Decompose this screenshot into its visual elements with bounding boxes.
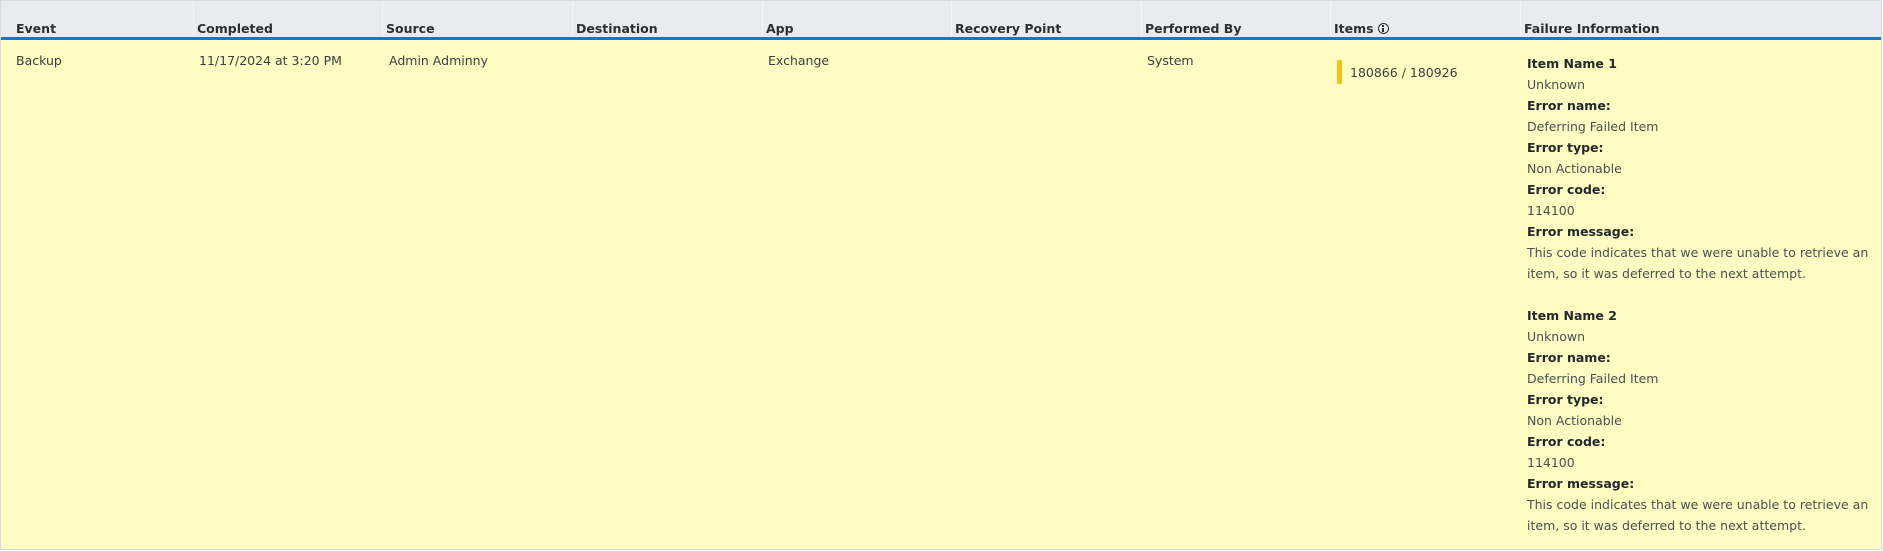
performed-by-cell: System [1147, 53, 1194, 68]
column-header-event[interactable]: Event [16, 21, 56, 36]
failure-item-status: Unknown [1527, 77, 1586, 92]
failure-information-cell: Item Name 1 Unknown Error name: Deferrin… [1527, 53, 1879, 549]
error-message-label: Error message: [1527, 224, 1635, 239]
failure-item: Item Name 1 Unknown Error name: Deferrin… [1527, 53, 1879, 284]
column-header-label: Event [16, 21, 57, 36]
column-header-label: App [766, 21, 794, 36]
column-header-label: Failure Information [1524, 21, 1660, 36]
info-icon[interactable] [1377, 23, 1389, 34]
column-header-label: Destination [576, 21, 658, 36]
error-name-label: Error name: [1527, 350, 1611, 365]
error-message-value: This code indicates that we were unable … [1527, 497, 1869, 533]
error-code-label: Error code: [1527, 434, 1606, 449]
column-divider[interactable] [193, 1, 194, 37]
error-type-label: Error type: [1527, 392, 1604, 407]
error-code-value: 114100 [1527, 455, 1575, 470]
column-divider[interactable] [951, 1, 952, 37]
items-cell: 180866 / 180926 [1337, 60, 1458, 84]
source-cell: Admin Adminny [389, 53, 488, 68]
column-divider[interactable] [572, 1, 573, 37]
column-header-items[interactable]: Items [1334, 21, 1389, 36]
error-type-value: Non Actionable [1527, 413, 1622, 428]
failure-item: Item Name 2 Unknown Error name: Deferrin… [1527, 305, 1879, 536]
items-status-bar [1337, 60, 1342, 84]
error-name-value: Deferring Failed Item [1527, 119, 1659, 134]
column-header-completed[interactable]: Completed [197, 21, 273, 36]
failure-item-title: Item Name 1 [1527, 56, 1617, 71]
failure-item-status: Unknown [1527, 329, 1586, 344]
column-divider[interactable] [382, 1, 383, 37]
error-type-value: Non Actionable [1527, 161, 1622, 176]
column-header-label: Performed By [1145, 21, 1242, 36]
column-header-label: Source [386, 21, 435, 36]
column-header-label: Completed [197, 21, 273, 36]
error-name-label: Error name: [1527, 98, 1611, 113]
column-header-source[interactable]: Source [386, 21, 435, 36]
event-cell: Backup [16, 53, 62, 68]
column-divider[interactable] [1520, 1, 1521, 37]
column-divider[interactable] [1141, 1, 1142, 37]
error-message-label: Error message: [1527, 476, 1635, 491]
table-row[interactable]: Backup 11/17/2024 at 3:20 PM Admin Admin… [1, 40, 1881, 548]
error-name-value: Deferring Failed Item [1527, 371, 1659, 386]
column-header-recovery-point[interactable]: Recovery Point [955, 21, 1061, 36]
error-type-label: Error type: [1527, 140, 1604, 155]
column-header-performed-by[interactable]: Performed By [1145, 21, 1241, 36]
items-count: 180866 / 180926 [1350, 64, 1458, 80]
error-code-label: Error code: [1527, 182, 1606, 197]
column-header-label: Items [1334, 21, 1374, 36]
column-header-label: Recovery Point [955, 21, 1062, 36]
column-header-failure-information[interactable]: Failure Information [1524, 21, 1660, 36]
column-divider[interactable] [762, 1, 763, 37]
column-header-destination[interactable]: Destination [576, 21, 658, 36]
column-header-app[interactable]: App [766, 21, 794, 36]
failure-item-title: Item Name 2 [1527, 308, 1617, 323]
table-header: Event Completed Source Destination App R… [1, 1, 1881, 40]
events-table: Event Completed Source Destination App R… [0, 0, 1882, 550]
error-message-value: This code indicates that we were unable … [1527, 245, 1869, 281]
completed-cell: 11/17/2024 at 3:20 PM [199, 53, 342, 68]
error-code-value: 114100 [1527, 203, 1575, 218]
column-divider[interactable] [1330, 1, 1331, 37]
app-cell: Exchange [768, 53, 830, 68]
